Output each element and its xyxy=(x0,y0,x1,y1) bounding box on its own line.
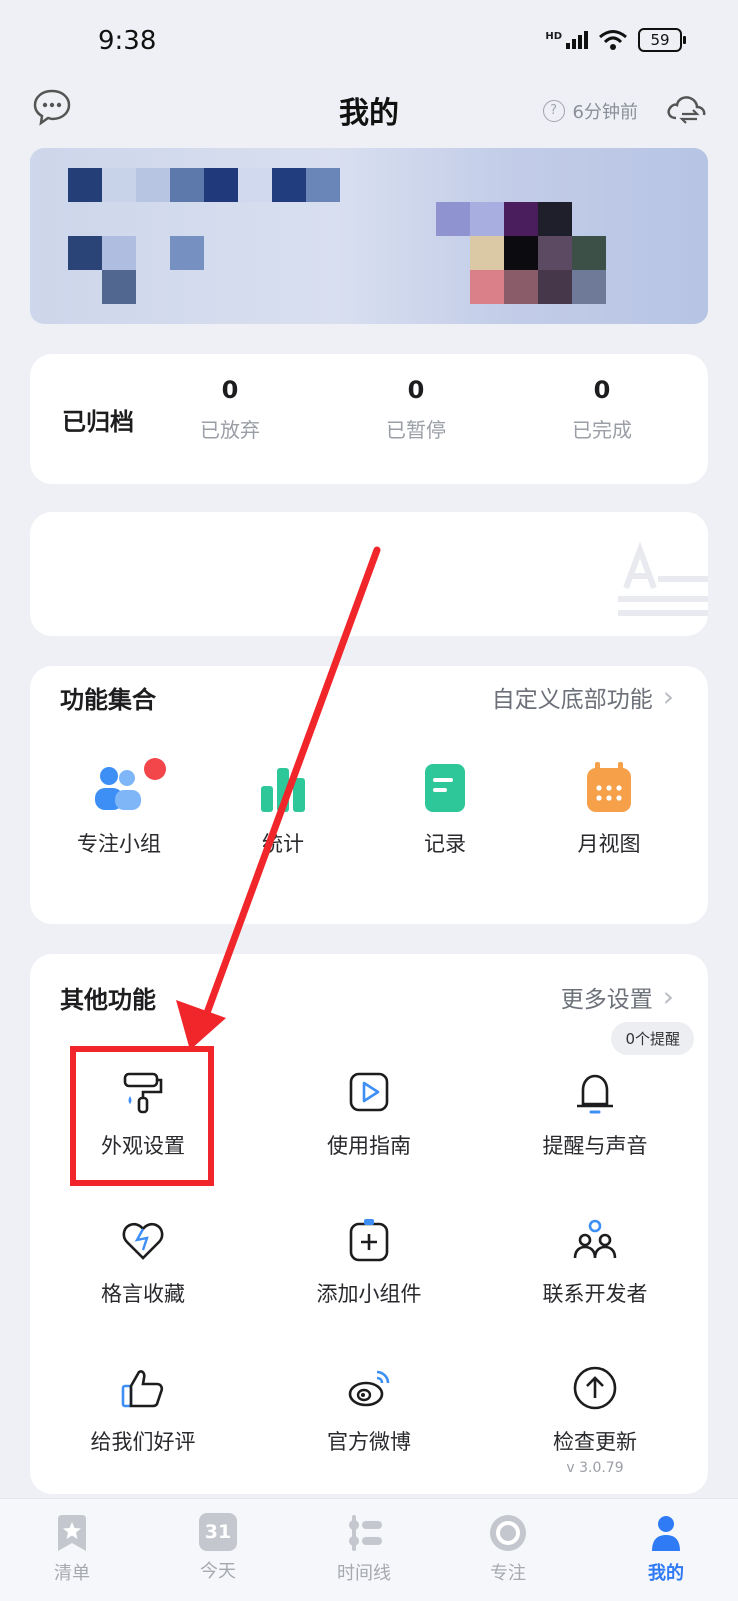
archive-title: 已归档 xyxy=(62,408,134,436)
archive-card: 已归档 0 已放弃 0 已暂停 0 已完成 xyxy=(30,354,708,484)
add-widget-icon xyxy=(349,1219,389,1262)
grid-label: 联系开发者 xyxy=(542,1282,648,1306)
rate-us[interactable]: 给我们好评 xyxy=(30,1364,256,1456)
customize-bottom-link[interactable]: 自定义底部功能 › xyxy=(492,680,674,714)
nav-label: 我的 xyxy=(648,1563,684,1584)
nav-today[interactable]: 31 今天 xyxy=(158,1513,278,1583)
grid-label: 提醒与声音 xyxy=(542,1134,648,1158)
other-features-card: 其他功能 更多设置 › 外观设置 使用指南 提醒与声音 格言收藏 添加小组件 联… xyxy=(30,954,708,1494)
signal-icon: HD xyxy=(545,31,588,49)
quotes-collection[interactable]: 格言收藏 xyxy=(30,1216,256,1308)
customize-bottom-label: 自定义底部功能 xyxy=(491,687,653,713)
sync-time: 6分钟前 xyxy=(572,102,638,123)
feature-records[interactable]: 记录 xyxy=(360,762,530,858)
reminder-and-sound[interactable]: 提醒与声音 xyxy=(482,1068,708,1160)
more-settings-label: 更多设置 xyxy=(560,987,653,1013)
other-features-title: 其他功能 xyxy=(60,986,156,1014)
heart-icon xyxy=(122,1222,164,1260)
battery-icon: 59 xyxy=(638,28,686,52)
nav-label: 清单 xyxy=(54,1563,90,1584)
official-weibo[interactable]: 官方微博 xyxy=(256,1364,482,1456)
chart-icon xyxy=(261,768,305,812)
star-list-icon xyxy=(58,1515,86,1551)
play-guide-icon xyxy=(349,1072,389,1112)
bottom-nav: 清单 31 今天 时间线 专注 我的 xyxy=(0,1498,738,1601)
feature-month-view[interactable]: 月视图 xyxy=(524,762,694,858)
grid-label: 格言收藏 xyxy=(101,1282,185,1306)
grid-label: 官方微博 xyxy=(327,1430,411,1454)
grid-label: 检查更新 xyxy=(553,1430,637,1454)
grid-label: 使用指南 xyxy=(327,1134,411,1158)
calendar-day-icon: 31 xyxy=(199,1513,237,1551)
bell-icon xyxy=(577,1074,613,1114)
stat-label: 已完成 xyxy=(572,418,632,442)
check-update[interactable]: 检查更新 v 3.0.79 xyxy=(482,1364,708,1476)
nav-profile[interactable]: 我的 xyxy=(606,1513,726,1585)
notification-badge xyxy=(144,758,166,780)
version-text: v 3.0.79 xyxy=(566,1460,624,1476)
stat-value: 0 xyxy=(407,376,425,404)
note-icon xyxy=(425,764,465,812)
wifi-icon xyxy=(599,30,627,50)
chevron-right-icon: › xyxy=(662,980,674,1013)
font-decor-icon xyxy=(618,541,708,616)
group-icon xyxy=(95,767,141,810)
stat-completed[interactable]: 0 已完成 xyxy=(542,376,662,443)
feature-label: 记录 xyxy=(424,832,466,856)
calendar-icon xyxy=(587,762,631,812)
grid-label: 给我们好评 xyxy=(90,1430,196,1454)
nav-label: 今天 xyxy=(200,1561,236,1582)
cloud-sync-icon[interactable] xyxy=(664,92,708,124)
stat-label: 已放弃 xyxy=(200,418,260,442)
feature-collection-title: 功能集合 xyxy=(60,686,156,714)
stat-value: 0 xyxy=(593,376,611,404)
feature-focus-group[interactable]: 专注小组 xyxy=(34,762,204,858)
annotation-highlight-box xyxy=(70,1046,214,1186)
nav-timeline[interactable]: 时间线 xyxy=(304,1513,424,1585)
chevron-right-icon: › xyxy=(662,680,674,713)
more-settings-link[interactable]: 更多设置 › xyxy=(561,980,674,1014)
focus-icon xyxy=(490,1515,526,1551)
profile-icon xyxy=(652,1516,680,1551)
nav-focus[interactable]: 专注 xyxy=(448,1513,568,1585)
feature-label: 统计 xyxy=(262,832,304,856)
status-icons: HD 59 xyxy=(545,28,686,52)
blank-card[interactable] xyxy=(30,512,708,636)
contact-developer[interactable]: 联系开发者 xyxy=(482,1216,708,1308)
help-icon[interactable]: ? xyxy=(542,100,565,122)
add-widget[interactable]: 添加小组件 xyxy=(256,1216,482,1308)
network-type: HD xyxy=(545,31,562,42)
profile-banner[interactable] xyxy=(30,148,708,324)
feature-label: 月视图 xyxy=(577,832,641,856)
user-guide[interactable]: 使用指南 xyxy=(256,1068,482,1160)
nav-label: 专注 xyxy=(490,1563,526,1584)
feature-label: 专注小组 xyxy=(77,832,161,856)
timeline-icon xyxy=(349,1515,382,1551)
stat-value: 0 xyxy=(221,376,239,404)
stat-abandoned[interactable]: 0 已放弃 xyxy=(170,376,290,443)
upload-arrow-icon xyxy=(573,1366,617,1410)
feature-collection-card: 功能集合 自定义底部功能 › 专注小组 统计 记录 月视图 xyxy=(30,666,708,924)
people-icon xyxy=(573,1219,617,1259)
nav-label: 时间线 xyxy=(337,1563,391,1584)
sync-status: ? 6分钟前 xyxy=(542,98,638,124)
reminder-count-bubble: 0个提醒 xyxy=(611,1022,694,1055)
stat-label: 已暂停 xyxy=(386,418,446,442)
weibo-icon xyxy=(348,1370,390,1407)
thumbs-up-icon xyxy=(121,1370,164,1408)
stat-paused[interactable]: 0 已暂停 xyxy=(356,376,476,443)
nav-list[interactable]: 清单 xyxy=(12,1513,132,1585)
grid-label: 添加小组件 xyxy=(316,1282,422,1306)
status-time: 9:38 xyxy=(98,26,157,56)
feature-statistics[interactable]: 统计 xyxy=(198,762,368,858)
